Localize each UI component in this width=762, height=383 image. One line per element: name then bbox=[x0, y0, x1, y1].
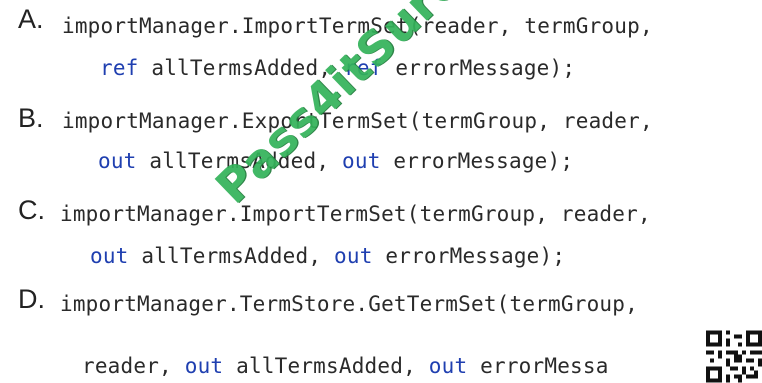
option-a-letter: A. bbox=[18, 4, 44, 34]
option-c-param-2: errorMessage); bbox=[372, 244, 566, 268]
option-a-keyword-1: ref bbox=[100, 56, 139, 80]
option-b-keyword-1: out bbox=[98, 149, 137, 173]
option-b-line-2: out allTermsAdded, out errorMessage); bbox=[98, 147, 573, 175]
option-c-code-line-1: importManager.ImportTermSet(termGroup, r… bbox=[60, 202, 651, 226]
option-b-keyword-2: out bbox=[342, 149, 381, 173]
option-d-code-line-1: importManager.TermStore.GetTermSet(termG… bbox=[60, 292, 638, 316]
option-d-code-line-2: reader, bbox=[82, 354, 185, 378]
option-c-line-2: out allTermsAdded, out errorMessage); bbox=[90, 242, 565, 270]
option-b-code-line-1: importManager.ExportTermSet(termGroup, r… bbox=[62, 109, 653, 133]
option-b-line-1: importManager.ExportTermSet(termGroup, r… bbox=[62, 107, 653, 135]
option-d-param-2: errorMessa bbox=[467, 354, 609, 378]
option-d-letter: D. bbox=[18, 284, 45, 314]
option-d-param-1: allTermsAdded, bbox=[223, 354, 429, 378]
option-c-keyword-2: out bbox=[334, 244, 373, 268]
option-d-line-1: importManager.TermStore.GetTermSet(termG… bbox=[60, 290, 638, 318]
question-options-page: A. importManager.ImportTermSet(reader, t… bbox=[0, 0, 762, 383]
option-b-param-2: errorMessage); bbox=[380, 149, 574, 173]
option-d-keyword-2: out bbox=[428, 354, 468, 378]
option-d-keyword-1: out bbox=[184, 354, 224, 378]
option-c-keyword-1: out bbox=[90, 244, 129, 268]
option-a-param-2: errorMessage); bbox=[382, 56, 576, 80]
option-c-param-1: allTermsAdded, bbox=[128, 244, 335, 268]
option-c-line-1: importManager.ImportTermSet(termGroup, r… bbox=[60, 200, 651, 228]
option-d-line-2: reader, out allTermsAdded, out errorMess… bbox=[82, 352, 609, 380]
qr-code-icon bbox=[706, 330, 762, 383]
option-c-letter: C. bbox=[18, 195, 45, 225]
option-b-letter: B. bbox=[18, 103, 44, 133]
